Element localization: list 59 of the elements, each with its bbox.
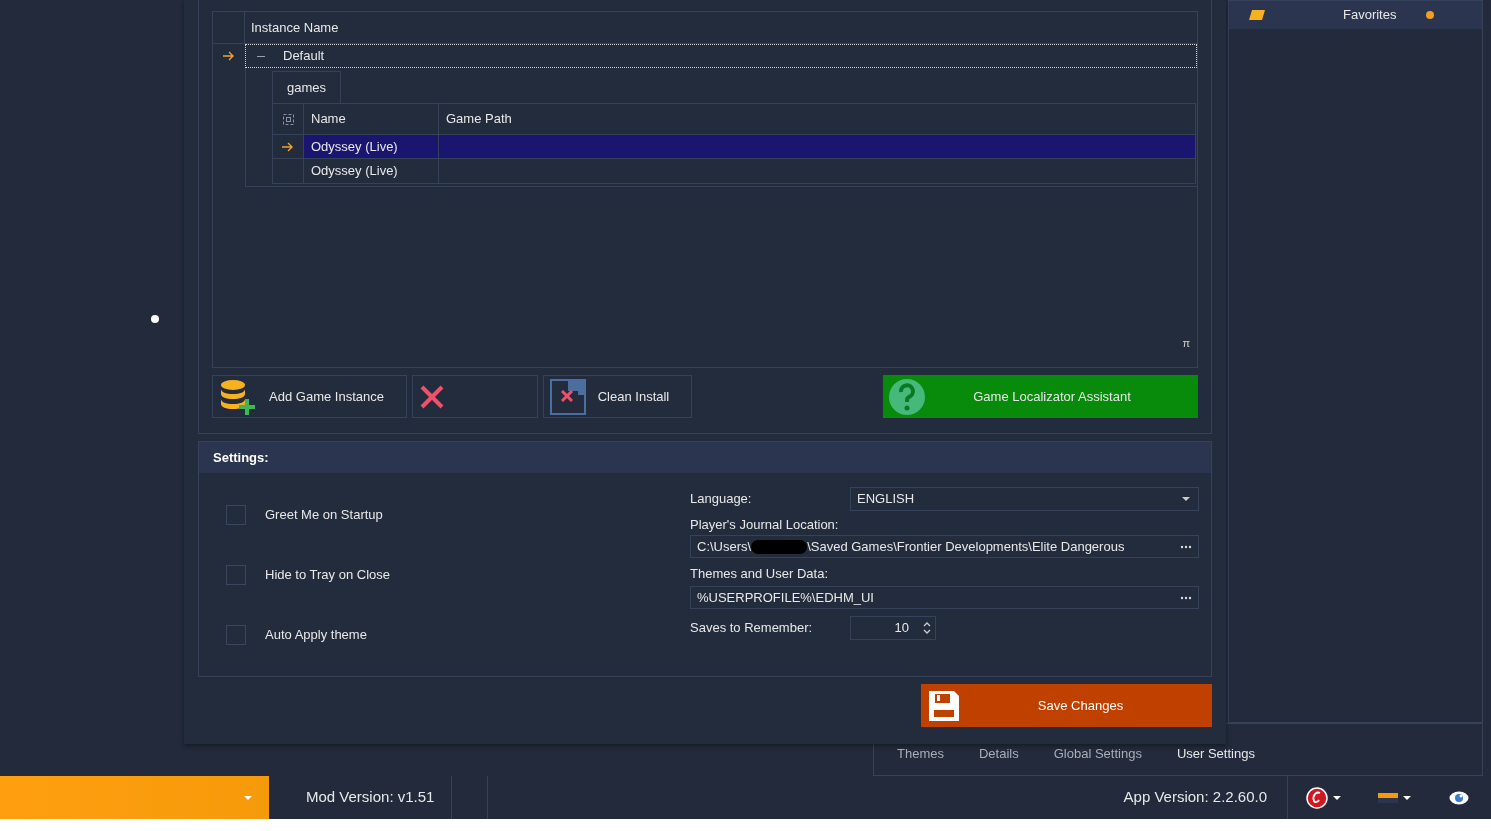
themes-label: Themes and User Data: [690,565,829,584]
favorites-button[interactable]: Favorites [1229,1,1482,29]
delete-icon [419,383,445,410]
checkbox-label: Hide to Tray on Close [265,566,390,585]
browse-icon[interactable] [1180,595,1192,600]
browse-icon[interactable] [1180,544,1192,549]
localizator-button[interactable]: Game Localizator Assistant [883,375,1198,418]
eye-icon [1449,790,1469,805]
dropdown-caret-icon [1403,795,1411,800]
saves-spinner[interactable]: 10 [850,616,936,640]
tab[interactable]: Themes [897,743,944,763]
themes-path-field[interactable]: %USERPROFILE%\EDHM_UI [690,586,1199,609]
grid-row[interactable]: Odyssey (Live) [304,159,1195,183]
eye-button[interactable] [1449,790,1469,805]
logo-icon [1306,786,1328,809]
tab[interactable]: Details [978,743,1019,763]
save-changes-button[interactable]: Save Changes [921,684,1212,727]
column-chooser-icon[interactable] [282,113,294,125]
grid-row[interactable]: Default [245,44,1197,68]
journal-label: Player's Journal Location: [690,516,840,535]
folder-icon [1249,10,1265,20]
checkbox[interactable] [226,625,246,645]
database-add-icon [219,378,257,415]
tab[interactable]: Global Settings [1053,743,1142,763]
language-dropdown[interactable]: ENGLISH [850,487,1199,511]
clean-install-button[interactable]: Clean Install [543,375,692,418]
journal-path-field[interactable]: C:\Users\ \Saved Games\Frontier Developments\Elite Dangerous [690,535,1199,558]
row-pointer-icon [282,141,294,152]
saves-label: Saves to Remember: [690,619,814,638]
clean-install-icon [550,378,586,415]
table-cell: Odyssey (Live) [304,135,439,158]
settings-title: Settings: [213,448,269,467]
row-pointer-icon [223,51,235,61]
checkbox-label: Greet Me on Startup [265,506,383,525]
checkbox[interactable] [226,565,246,585]
table-cell: Odyssey (Live) [304,159,439,183]
dropdown-caret-icon [244,795,252,800]
spinner-arrows-icon[interactable] [923,621,931,635]
dropdown-caret-icon [1333,795,1341,800]
column-header[interactable]: Name [304,104,439,134]
grip-glyph: π [1182,335,1190,351]
checkbox-label: Auto Apply theme [265,626,367,645]
delete-button[interactable] [412,375,538,418]
dropdown-caret-icon [1182,497,1190,501]
instance-name: Default [283,47,325,66]
grid-row[interactable]: Odyssey (Live) [304,135,1195,158]
detail-tab[interactable]: games [272,71,342,103]
mod-version: Mod Version: v1.51 [306,787,436,808]
add-instance-button[interactable]: Add Game Instance [212,375,407,418]
help-icon [888,377,926,416]
color-bar-icon [1378,792,1398,803]
app-version: App Version: 2.2.60.0 [1123,787,1267,808]
language-label: Language: [690,490,753,509]
language-menu-button[interactable] [1306,786,1341,809]
column-header[interactable]: Game Path [439,104,1195,134]
column-header[interactable]: Instance Name [245,12,339,43]
color-menu-button[interactable] [1378,792,1411,803]
tab[interactable]: User Settings [1176,743,1255,763]
checkbox[interactable] [226,505,246,525]
